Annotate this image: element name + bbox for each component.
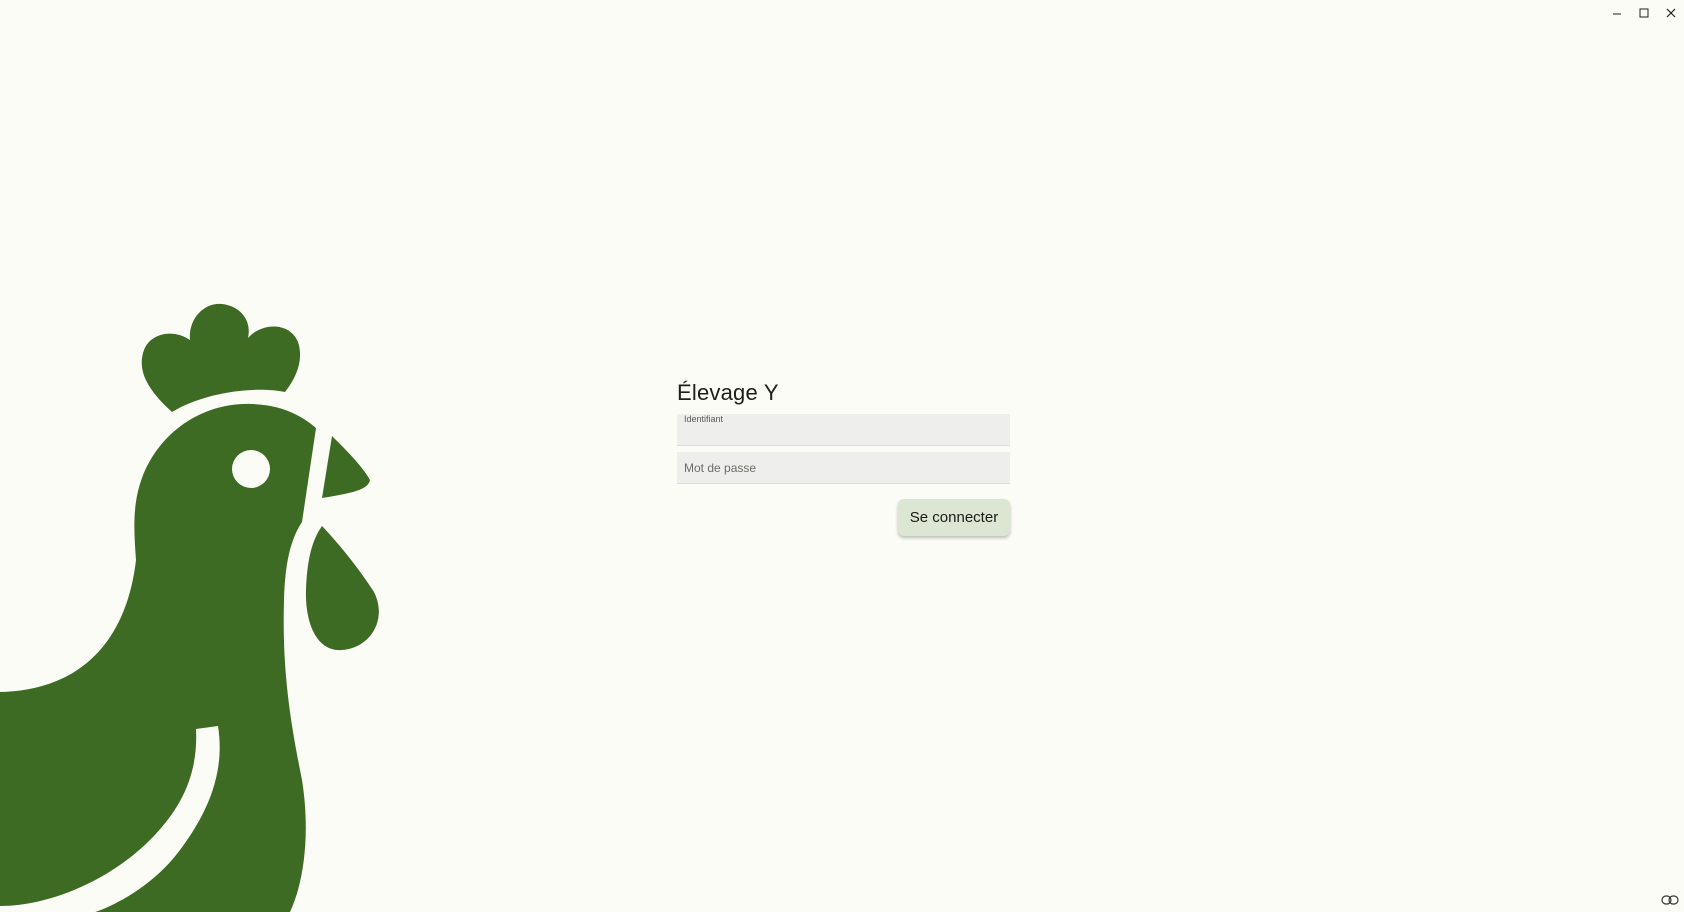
- link-icon: [1661, 892, 1679, 910]
- app-title: Élevage Y: [677, 380, 779, 405]
- login-form: Élevage Y Identifiant Se connecter: [677, 378, 1010, 536]
- password-field[interactable]: [677, 452, 1010, 484]
- form-actions: Se connecter: [677, 499, 1010, 536]
- login-button[interactable]: Se connecter: [898, 499, 1010, 536]
- window-controls: [1603, 0, 1684, 26]
- minimize-icon: [1612, 8, 1622, 18]
- login-window: Élevage Y Identifiant Se connecter: [0, 0, 1684, 912]
- close-button[interactable]: [1657, 0, 1684, 26]
- close-icon: [1666, 8, 1676, 18]
- username-field[interactable]: Identifiant: [677, 414, 1010, 446]
- link-button[interactable]: [1660, 894, 1680, 908]
- maximize-button[interactable]: [1630, 0, 1657, 26]
- password-input[interactable]: [677, 452, 1010, 483]
- maximize-icon: [1639, 8, 1649, 18]
- minimize-button[interactable]: [1603, 0, 1630, 26]
- rooster-icon: [0, 303, 379, 912]
- username-input[interactable]: [677, 414, 1010, 445]
